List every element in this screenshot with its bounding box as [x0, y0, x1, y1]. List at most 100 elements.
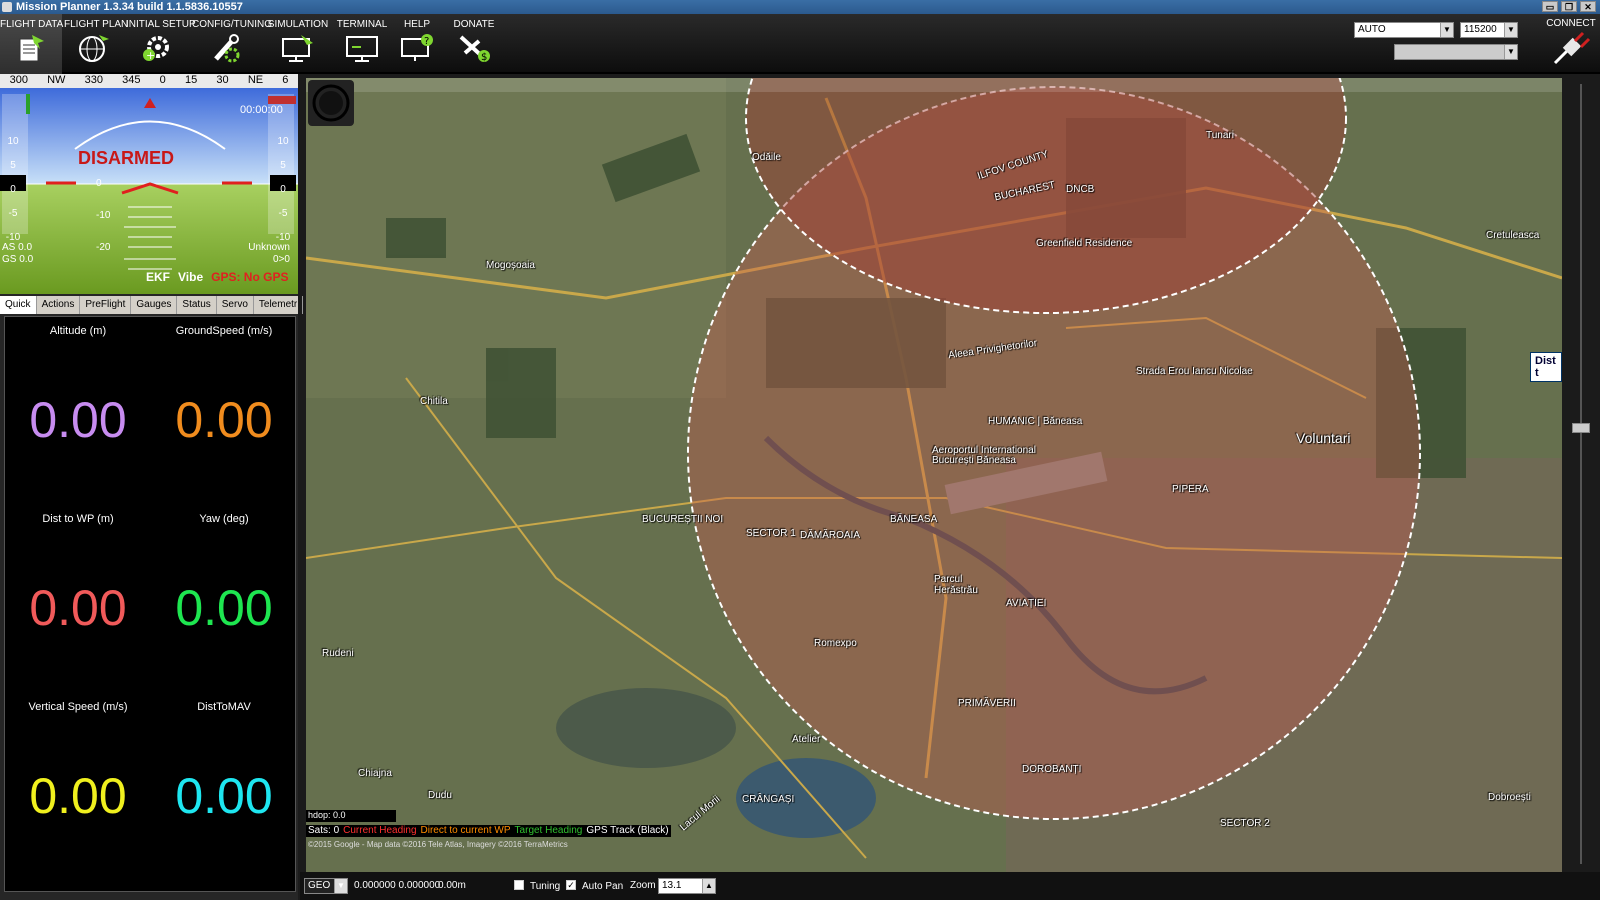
window-title-bar: Mission Planner 1.3.34 build 1.1.5836.10… — [0, 0, 1600, 14]
monitor-plane-icon — [282, 35, 313, 62]
window-title: Mission Planner 1.3.34 build 1.1.5836.10… — [16, 1, 243, 13]
minimize-button[interactable]: ▭ — [1542, 1, 1558, 12]
pitch-label-minus20: -20 — [96, 242, 111, 253]
mode-readout: Unknown 0>0 — [248, 242, 290, 265]
tuning-checkbox[interactable] — [514, 880, 524, 890]
map-label: Greenfield Residence — [1036, 238, 1133, 249]
connect-button[interactable]: CONNECT — [1546, 18, 1596, 67]
speed-readout: AS 0.0 GS 0.0 — [2, 242, 34, 265]
svg-text:+: + — [146, 49, 155, 62]
flight-plan-button[interactable]: FLIGHT PLAN — [64, 14, 128, 74]
pitch-label-minus10: -10 — [96, 210, 111, 221]
maximize-button[interactable]: ❐ — [1561, 1, 1577, 12]
map-label: Cretuleasca — [1486, 230, 1540, 241]
dist-to-wp-value: 0.00 — [29, 580, 127, 636]
gps-status: GPS: No GPS — [211, 270, 289, 284]
autopan-label: Auto Pan — [582, 881, 624, 892]
chevron-down-icon: ▼ — [334, 879, 347, 893]
map-label: Chiajna — [358, 768, 392, 779]
tuning-label: Tuning — [530, 881, 561, 892]
chevron-down-icon: ▼ — [1504, 23, 1517, 37]
main-toolbar: FLIGHT DATA FLIGHT PLAN INITIAL SETUP + … — [0, 14, 1600, 74]
port-select[interactable]: ▼ — [1394, 44, 1518, 60]
groundspeed-cell[interactable]: GroundSpeed (m/s) 0.00 — [151, 325, 297, 449]
map-label: Romexpo — [814, 638, 857, 649]
donate-plane-icon: $ — [459, 35, 490, 63]
tab-telemetry[interactable]: Telemetr — [254, 296, 304, 314]
app-icon — [2, 2, 12, 12]
map-label: HUMANIC | Băneasa — [988, 416, 1083, 427]
map-label: SECTOR 2 — [1220, 818, 1270, 829]
dist-to-mav-cell[interactable]: DistToMAV 0.00 — [151, 701, 297, 825]
tab-actions[interactable]: Actions — [37, 296, 81, 314]
flight-mode-select[interactable]: AUTO ▼ — [1354, 22, 1454, 38]
map-label: Strada Erou Iancu Nicolae — [1136, 366, 1253, 377]
config-tuning-button[interactable]: CONFIG/TUNING — [192, 14, 272, 74]
help-button[interactable]: HELP ? — [392, 14, 442, 74]
map-label: AVIAȚIEI — [1006, 598, 1047, 609]
zoom-track — [1580, 84, 1582, 864]
autopan-checkbox[interactable]: ✓ — [566, 880, 576, 890]
globe-icon — [79, 35, 109, 62]
help-monitor-icon: ? — [401, 34, 433, 61]
altitude-scale: 10 5 0 -5 -10 — [275, 136, 291, 243]
zoom-slider-thumb[interactable] — [1572, 423, 1590, 433]
stepper-arrows-icon: ▲ — [702, 879, 715, 893]
map-label: DĂMĂROAIA — [800, 530, 861, 541]
zoom-label: Zoom — [630, 880, 656, 891]
altitude-value: 0.00 — [29, 392, 127, 448]
baud-rate-select[interactable]: 115200 ▼ — [1460, 22, 1518, 38]
hud-display: 300 NW 330 345 0 15 30 NE 6 DISARMED 00:00:00 10… — [0, 74, 298, 294]
tab-status[interactable]: Status — [177, 296, 217, 314]
quick-panel: Altitude (m) 0.00 GroundSpeed (m/s) 0.00… — [4, 316, 296, 892]
initial-setup-button[interactable]: INITIAL SETUP + — [126, 14, 196, 74]
map-view[interactable]: Odăile Tunari ILFOV COUNTY BUCHAREST DNC… — [306, 78, 1562, 872]
map-label: Parcul Herăstrău — [934, 574, 978, 596]
vibe-indicator[interactable]: Vibe — [178, 270, 203, 284]
donate-button[interactable]: DONATE $ — [446, 14, 502, 74]
altitude-cell[interactable]: Altitude (m) 0.00 — [5, 325, 151, 449]
flight-data-icon — [19, 35, 44, 62]
pitch-label-0: 0 — [96, 178, 102, 189]
vertical-speed-value: 0.00 — [29, 768, 127, 824]
map-label: DOROBANȚI — [1022, 764, 1082, 775]
map-label: Atelier — [792, 734, 821, 745]
map-label: Dudu — [428, 790, 452, 801]
gear-plus-icon: + — [143, 36, 169, 62]
map-label: Voluntari — [1296, 430, 1351, 446]
terminal-button[interactable]: TERMINAL — [334, 14, 390, 74]
chevron-down-icon: ▼ — [1440, 23, 1453, 37]
satellite-map — [306, 78, 1562, 872]
dist-to-mav-value: 0.00 — [175, 768, 273, 824]
flight-timer: 00:00:00 — [240, 104, 283, 116]
tab-preflight[interactable]: PreFlight — [80, 296, 132, 314]
data-tabs: Quick Actions PreFlight Gauges Status Se… — [0, 296, 304, 314]
svg-text:$: $ — [481, 52, 487, 63]
zoom-stepper[interactable]: 13.1 ▲ — [658, 878, 716, 894]
tab-gauges[interactable]: Gauges — [131, 296, 178, 314]
vertical-speed-cell[interactable]: Vertical Speed (m/s) 0.00 — [5, 701, 151, 825]
map-label: PIPERA — [1172, 484, 1209, 495]
dist-to-wp-cell[interactable]: Dist to WP (m) 0.00 — [5, 513, 151, 637]
map-label: DNCB — [1066, 184, 1095, 195]
tab-quick[interactable]: Quick — [0, 296, 37, 314]
map-label: Aeroportul International București Bănea… — [932, 445, 1036, 466]
zoom-scrollbar[interactable] — [1562, 78, 1600, 872]
armed-status: DISARMED — [78, 148, 175, 168]
heading-tape: 300 NW 330 345 0 15 30 NE 6 — [9, 74, 289, 86]
map-label: Odăile — [752, 152, 781, 163]
flight-data-button[interactable]: FLIGHT DATA — [0, 14, 63, 74]
map-label: PRIMĂVERII — [958, 698, 1016, 709]
tab-servo[interactable]: Servo — [217, 296, 254, 314]
yaw-cell[interactable]: Yaw (deg) 0.00 — [151, 513, 297, 637]
map-label: SECTOR 1 — [746, 528, 796, 539]
map-label: Tunari — [1206, 130, 1234, 141]
coord-system-select[interactable]: GEO ▼ — [304, 878, 348, 894]
simulation-button[interactable]: SIMULATION — [266, 14, 330, 74]
hdop-readout: hdop: 0.0 — [306, 810, 396, 822]
ekf-indicator[interactable]: EKF — [146, 270, 170, 284]
left-panel: 300 NW 330 345 0 15 30 NE 6 DISARMED 00:00:00 10… — [0, 74, 304, 900]
close-button[interactable]: ✕ — [1580, 1, 1596, 12]
groundspeed-value: 0.00 — [175, 392, 273, 448]
map-label: CRÂNGAȘI — [742, 794, 795, 805]
